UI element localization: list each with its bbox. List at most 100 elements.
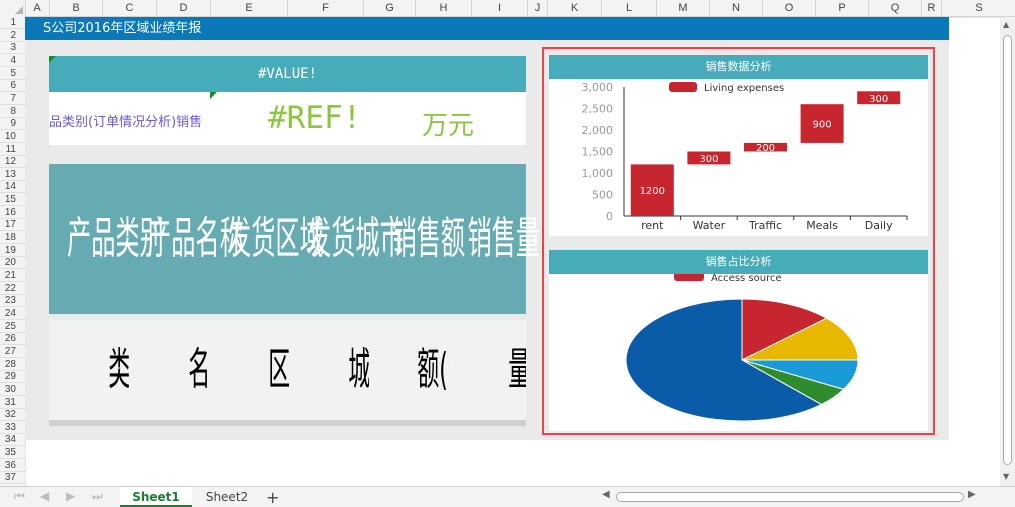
row-header-6[interactable]: 6: [0, 80, 25, 93]
row-header-28[interactable]: 28: [0, 359, 25, 371]
column-header-N[interactable]: N: [710, 0, 763, 16]
row-header-19[interactable]: 19: [0, 245, 25, 257]
row-header-25[interactable]: 25: [0, 321, 25, 333]
header-quantity[interactable]: 销售量: [468, 164, 541, 314]
row-header-34[interactable]: 34: [0, 434, 25, 447]
row-header-12[interactable]: 12: [0, 156, 25, 169]
row-header-18[interactable]: 18: [0, 232, 25, 245]
column-header-G[interactable]: G: [364, 0, 416, 16]
row-header-10[interactable]: 10: [0, 131, 25, 143]
add-sheet-icon[interactable]: +: [266, 488, 279, 507]
y-tick-label: 500: [592, 189, 613, 202]
column-header-F[interactable]: F: [288, 0, 364, 16]
column-header-C[interactable]: C: [103, 0, 157, 16]
row-header-15[interactable]: 15: [0, 194, 25, 207]
pie-chart-area[interactable]: Access source: [549, 272, 928, 431]
error-indicator-icon: [210, 92, 217, 99]
row-header-4[interactable]: 4: [0, 55, 25, 67]
data-cell[interactable]: 类别(订单情: [49, 320, 129, 420]
next-sheet-icon[interactable]: ▶: [66, 489, 75, 503]
charts-selection-frame[interactable]: 销售数据分析 0 500 1,000 1,500 2,000 2,500 3,000 Livi…: [542, 47, 935, 435]
last-sheet-icon[interactable]: ⏭: [92, 489, 103, 504]
bar-data-label: 200: [756, 143, 775, 154]
horizontal-scroll-thumb[interactable]: [616, 492, 964, 502]
data-cell[interactable]: 量(订单情况: [449, 320, 526, 420]
select-all-corner[interactable]: [0, 0, 26, 16]
row-header-27[interactable]: 27: [0, 346, 25, 358]
row-header-7[interactable]: 7: [0, 93, 25, 105]
row-header-17[interactable]: 17: [0, 219, 25, 232]
row-header-8[interactable]: 8: [0, 106, 25, 118]
scroll-down-icon[interactable]: ▼: [1003, 472, 1009, 481]
legend-swatch: [669, 82, 697, 92]
header-sales[interactable]: 销售额: [393, 164, 466, 314]
column-header-E[interactable]: E: [211, 0, 288, 16]
column-header-B[interactable]: B: [50, 0, 103, 16]
column-header-D[interactable]: D: [157, 0, 211, 16]
header-city[interactable]: 发货城市: [307, 164, 404, 314]
pie-chart: Access source: [625, 272, 859, 422]
header-product[interactable]: 产品名称: [147, 164, 244, 314]
horizontal-scrollbar[interactable]: ◀ ▶: [602, 488, 988, 504]
row-header-23[interactable]: 23: [0, 295, 25, 308]
row-header-2[interactable]: 2: [0, 30, 25, 42]
column-header-O[interactable]: O: [763, 0, 816, 16]
column-header-H[interactable]: H: [416, 0, 472, 16]
ref-error-cell[interactable]: #REF!: [268, 100, 361, 136]
row-header-5[interactable]: 5: [0, 68, 25, 80]
row-header-22[interactable]: 22: [0, 283, 25, 295]
row-header-24[interactable]: 24: [0, 308, 25, 320]
tab-sheet1[interactable]: Sheet1: [120, 487, 192, 507]
prev-sheet-icon[interactable]: ◀: [40, 489, 49, 503]
column-header-P[interactable]: P: [816, 0, 869, 16]
bar-data-label: 1200: [640, 186, 665, 197]
data-cell[interactable]: 区域(订单情: [209, 320, 289, 420]
column-header-M[interactable]: M: [657, 0, 710, 16]
vertical-scrollbar[interactable]: ▲ ▼: [1000, 17, 1015, 486]
data-cell[interactable]: 名称(订单情: [129, 320, 209, 420]
row-header-33[interactable]: 33: [0, 422, 25, 434]
row-header-31[interactable]: 31: [0, 397, 25, 409]
column-header-I[interactable]: I: [472, 0, 528, 16]
first-sheet-icon[interactable]: ⏮: [14, 489, 25, 504]
row-header-3[interactable]: 3: [0, 42, 25, 55]
column-header-A[interactable]: A: [25, 0, 50, 16]
data-cell[interactable]: 额(订单情: [369, 320, 449, 420]
row-header-20[interactable]: 20: [0, 257, 25, 270]
vertical-scroll-thumb[interactable]: [1003, 35, 1012, 465]
row-header-30[interactable]: 30: [0, 384, 25, 396]
row-header-21[interactable]: 21: [0, 270, 25, 282]
row-header-29[interactable]: 29: [0, 371, 25, 384]
column-header-L[interactable]: L: [602, 0, 657, 16]
row-header-11[interactable]: 11: [0, 144, 25, 156]
column-header-S[interactable]: S: [942, 0, 1015, 16]
category-label[interactable]: 品类别(订单情况分析)销售: [49, 111, 212, 130]
row-header-9[interactable]: 9: [0, 118, 25, 131]
waterfall-chart-area[interactable]: 0 500 1,000 1,500 2,000 2,500 3,000 Living expe…: [549, 79, 928, 236]
data-cell-text: 区域(订单情: [268, 344, 289, 395]
header-category[interactable]: 产品类别: [67, 164, 164, 314]
table-scrollbar[interactable]: [49, 420, 526, 426]
column-header-Q[interactable]: Q: [869, 0, 922, 16]
row-header-13[interactable]: 13: [0, 169, 25, 181]
header-region[interactable]: 发货区域: [227, 164, 324, 314]
column-header-J[interactable]: J: [528, 0, 548, 16]
data-cell-text: 类别(订单情: [108, 344, 129, 395]
row-header-14[interactable]: 14: [0, 181, 25, 194]
bar-data-label: 300: [699, 154, 718, 165]
row-header-26[interactable]: 26: [0, 333, 25, 346]
value-error-cell[interactable]: #VALUE!: [49, 56, 526, 92]
column-header-R[interactable]: R: [922, 0, 942, 16]
row-header-37[interactable]: 37: [0, 472, 25, 485]
scroll-up-icon[interactable]: ▲: [1003, 20, 1009, 29]
column-header-K[interactable]: K: [548, 0, 602, 16]
row-header-16[interactable]: 16: [0, 207, 25, 219]
data-cell[interactable]: 城市(订单情: [289, 320, 369, 420]
row-header-36[interactable]: 36: [0, 460, 25, 472]
row-header-1[interactable]: 1: [0, 17, 25, 29]
scroll-left-icon[interactable]: ◀: [602, 489, 610, 500]
row-header-32[interactable]: 32: [0, 409, 25, 422]
row-header-35[interactable]: 35: [0, 447, 25, 460]
tab-sheet2[interactable]: Sheet2: [194, 487, 260, 507]
scroll-right-icon[interactable]: ▶: [968, 489, 976, 500]
